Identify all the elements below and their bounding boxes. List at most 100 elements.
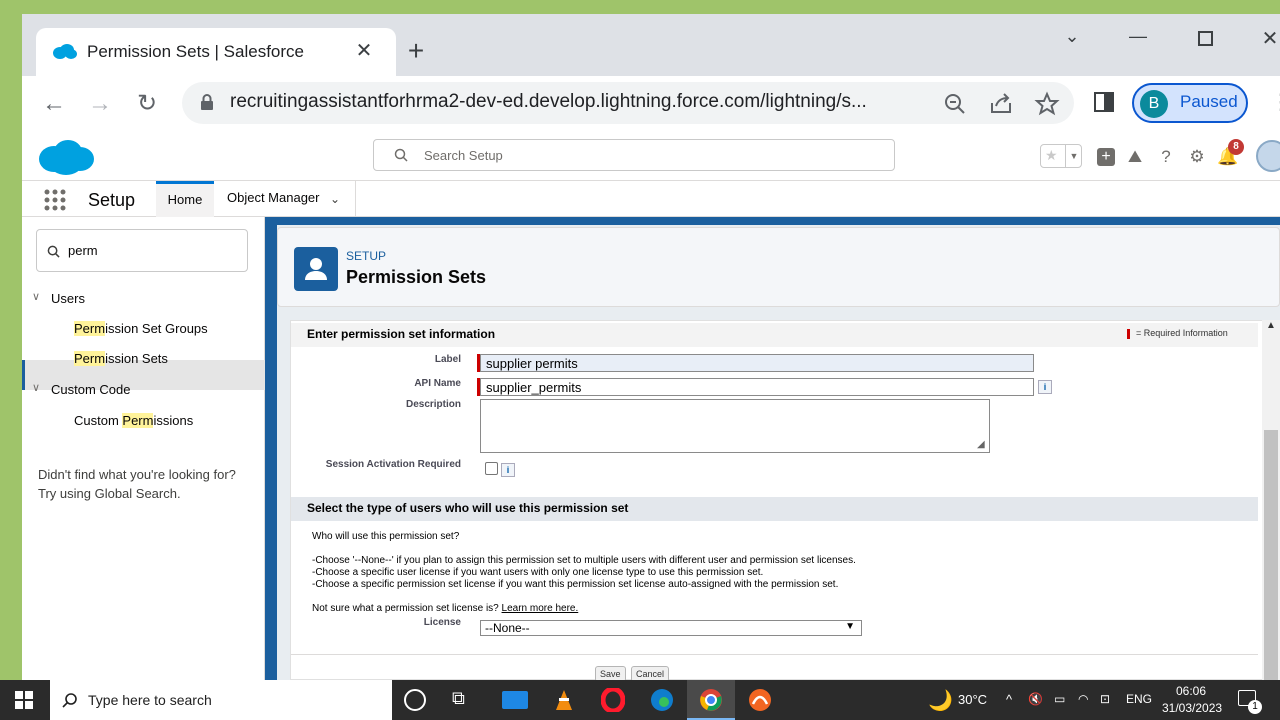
learn-more-link[interactable]: Learn more here. bbox=[502, 603, 579, 614]
profile-button[interactable]: B Paused bbox=[1132, 83, 1248, 123]
clock-date[interactable]: 31/03/2023 bbox=[1162, 701, 1222, 715]
chevron-down-icon: ▼ bbox=[845, 621, 855, 632]
app-icon[interactable] bbox=[748, 688, 772, 712]
volume-muted-icon[interactable]: 🔇 bbox=[1028, 692, 1043, 706]
app-launcher-icon[interactable] bbox=[44, 189, 66, 211]
not-sure-text: Not sure what a permission set license i… bbox=[312, 603, 578, 614]
resize-handle-icon[interactable]: ◢ bbox=[977, 439, 985, 450]
vlc-icon[interactable] bbox=[552, 688, 576, 712]
api-name-input[interactable]: supplier_permits bbox=[480, 378, 1034, 396]
chevron-down-icon[interactable]: ∨ bbox=[32, 290, 40, 303]
opera-icon[interactable] bbox=[601, 688, 625, 712]
section-title: Select the type of users who will use th… bbox=[307, 501, 629, 515]
scroll-up-icon[interactable]: ▲ bbox=[1266, 320, 1276, 331]
global-header: Search Setup ★ ▼ + ⛰ ? ⚙ 🔔 8 bbox=[22, 132, 1280, 181]
cancel-button[interactable]: Cancel bbox=[631, 666, 670, 680]
sidebar-item-custom-permissions[interactable]: Custom Permissions bbox=[74, 413, 193, 428]
quick-find-input[interactable]: perm bbox=[36, 229, 248, 272]
wifi-icon[interactable]: ◠ bbox=[1078, 692, 1088, 706]
side-panel-icon[interactable] bbox=[1094, 92, 1114, 112]
sidebar-item-permission-sets[interactable]: Permission Sets bbox=[74, 351, 168, 366]
setup-nav-bar: Setup Home Object Manager ⌄ bbox=[22, 181, 1280, 217]
tab-close-icon[interactable]: ✕ bbox=[352, 39, 376, 63]
help-icon[interactable]: ? bbox=[1155, 146, 1177, 168]
session-activation-label: Session Activation Required bbox=[325, 459, 461, 470]
description-field-label: Description bbox=[405, 399, 461, 410]
setup-body: perm ∨ Users Permission Set Groups Permi… bbox=[22, 217, 1280, 680]
blue-banner bbox=[277, 217, 1280, 225]
windows-taskbar: Type here to search ⧉ 🌙 30°C ^ 🔇 ▭ ◠ ⊡ E… bbox=[0, 680, 1280, 720]
scrollbar[interactable]: ▲ bbox=[1262, 320, 1280, 680]
reload-icon[interactable]: ↻ bbox=[129, 88, 165, 120]
salesforce-logo[interactable] bbox=[36, 137, 96, 177]
address-bar[interactable]: recruitingassistantforhrma2-dev-ed.devel… bbox=[182, 82, 1074, 124]
forward-icon[interactable]: → bbox=[82, 88, 118, 120]
cortana-icon[interactable] bbox=[404, 689, 426, 711]
user-avatar[interactable] bbox=[1256, 140, 1280, 172]
browser-menu-icon[interactable]: ⋮ bbox=[1270, 91, 1280, 113]
windows-start-icon[interactable] bbox=[15, 691, 33, 709]
section-header-users: Select the type of users who will use th… bbox=[291, 497, 1258, 521]
back-icon[interactable]: ← bbox=[36, 88, 72, 120]
setup-gear-icon[interactable]: ⚙ bbox=[1186, 146, 1208, 168]
taskbar-search-input[interactable]: Type here to search bbox=[50, 680, 392, 720]
mail-icon[interactable] bbox=[502, 691, 528, 709]
clock-time[interactable]: 06:06 bbox=[1176, 684, 1206, 698]
notification-badge: 8 bbox=[1228, 139, 1244, 155]
license-select[interactable]: --None-- ▼ bbox=[480, 620, 862, 636]
minimize-icon[interactable]: — bbox=[1118, 26, 1158, 50]
label-input[interactable]: supplier permits bbox=[480, 354, 1034, 372]
tab-title: Permission Sets | Salesforce bbox=[87, 42, 304, 61]
temperature[interactable]: 30°C bbox=[958, 692, 987, 707]
tab-search-chevron-icon[interactable]: ⌄ bbox=[1052, 26, 1092, 50]
not-found-hint: Didn't find what you're looking for? Try… bbox=[38, 465, 236, 503]
api-name-field-label: API Name bbox=[414, 378, 461, 389]
license-field-label: License bbox=[423, 617, 461, 628]
weather-moon-icon[interactable]: 🌙 bbox=[928, 688, 953, 713]
not-sure-label: Not sure what a permission set license i… bbox=[312, 603, 499, 614]
permission-set-user-icon bbox=[294, 247, 338, 291]
favorites-star-icon: ★ bbox=[1045, 147, 1058, 163]
tab-object-manager[interactable]: Object Manager bbox=[227, 190, 320, 205]
favorites-dropdown-icon[interactable]: ▼ bbox=[1065, 145, 1082, 167]
language-indicator[interactable]: ENG bbox=[1126, 692, 1152, 706]
trailhead-icon[interactable]: ⛰ bbox=[1124, 146, 1146, 168]
salesforce-app: Search Setup ★ ▼ + ⛰ ? ⚙ 🔔 8 Setup Home … bbox=[22, 132, 1280, 680]
sidebar-group-users[interactable]: Users bbox=[51, 291, 85, 306]
avatar: B bbox=[1140, 90, 1168, 118]
breadcrumb: SETUP bbox=[346, 249, 387, 263]
not-found-line: Didn't find what you're looking for? bbox=[38, 467, 236, 482]
sidebar-item-label: issions bbox=[153, 413, 194, 428]
maximize-icon[interactable] bbox=[1185, 28, 1225, 52]
favorites-button[interactable]: ★ ▼ bbox=[1040, 144, 1082, 168]
global-actions-icon[interactable]: + bbox=[1095, 146, 1117, 168]
info-icon[interactable]: i bbox=[1038, 380, 1052, 394]
global-search-input[interactable]: Search Setup bbox=[373, 139, 895, 171]
save-button[interactable]: Save bbox=[595, 666, 626, 680]
battery-icon[interactable]: ▭ bbox=[1054, 692, 1065, 706]
chevron-down-icon[interactable]: ∨ bbox=[32, 381, 40, 394]
network-icon[interactable]: ⊡ bbox=[1100, 692, 1110, 706]
app-name: Setup bbox=[88, 190, 136, 210]
info-icon[interactable]: i bbox=[501, 463, 515, 477]
share-icon[interactable] bbox=[988, 91, 1014, 117]
task-view-icon[interactable]: ⧉ bbox=[452, 688, 476, 712]
edge-icon[interactable] bbox=[650, 688, 674, 712]
divider bbox=[291, 654, 1258, 655]
new-tab-icon[interactable]: + bbox=[402, 37, 430, 67]
chevron-down-icon[interactable]: ⌄ bbox=[330, 192, 340, 206]
page-title: Permission Sets bbox=[346, 267, 487, 287]
tray-chevron-icon[interactable]: ^ bbox=[1006, 692, 1012, 707]
chrome-taskbar-item[interactable] bbox=[687, 680, 735, 720]
browser-tab[interactable]: Permission Sets | Salesforce ✕ bbox=[36, 28, 396, 76]
sidebar-group-custom-code[interactable]: Custom Code bbox=[51, 382, 130, 397]
scrollbar-thumb[interactable] bbox=[1264, 430, 1278, 680]
session-activation-checkbox[interactable] bbox=[485, 462, 498, 475]
tab-home[interactable]: Home bbox=[156, 181, 214, 217]
sidebar-item-permission-set-groups[interactable]: Permission Set Groups bbox=[74, 321, 208, 336]
help-line: -Choose a specific permission set licens… bbox=[312, 579, 839, 590]
description-textarea[interactable] bbox=[480, 399, 990, 453]
window-close-icon[interactable]: ✕ bbox=[1250, 26, 1280, 50]
bookmark-star-icon[interactable] bbox=[1034, 91, 1060, 117]
zoom-icon[interactable] bbox=[942, 91, 968, 117]
